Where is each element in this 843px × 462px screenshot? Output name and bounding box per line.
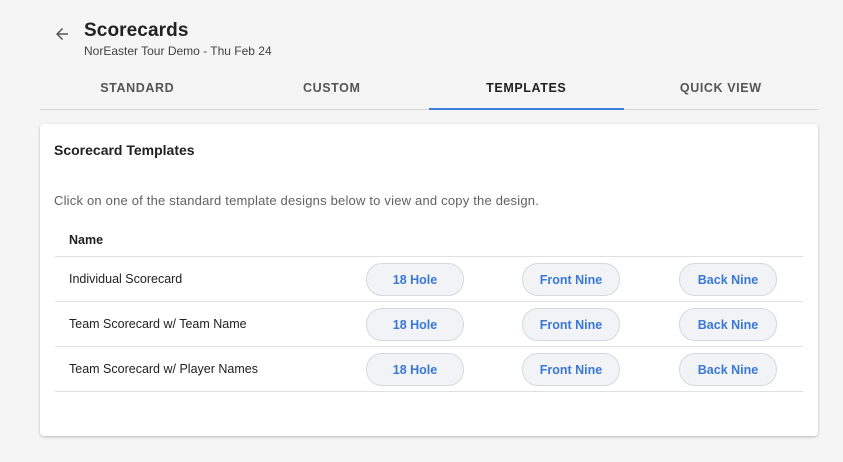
18-hole-button[interactable]: 18 Hole	[366, 353, 464, 386]
18-hole-button[interactable]: 18 Hole	[366, 263, 464, 296]
column-header-name: Name	[69, 233, 104, 247]
template-name: Team Scorecard w/ Player Names	[69, 362, 258, 376]
card-description: Click on one of the standard template de…	[54, 193, 540, 208]
template-name: Team Scorecard w/ Team Name	[69, 317, 247, 331]
back-nine-button[interactable]: Back Nine	[679, 263, 777, 296]
table-row: Individual Scorecard 18 Hole Front Nine …	[55, 257, 803, 302]
front-nine-button[interactable]: Front Nine	[522, 353, 620, 386]
table-row: Team Scorecard w/ Team Name 18 Hole Fron…	[55, 302, 803, 347]
templates-card: Scorecard Templates Click on one of the …	[40, 124, 818, 436]
front-nine-button[interactable]: Front Nine	[522, 263, 620, 296]
tab-custom[interactable]: CUSTOM	[235, 66, 430, 109]
tab-bar: STANDARD CUSTOM TEMPLATES QUICK VIEW	[40, 66, 818, 110]
18-hole-button[interactable]: 18 Hole	[366, 308, 464, 341]
tab-standard[interactable]: STANDARD	[40, 66, 235, 109]
arrow-left-icon	[56, 28, 68, 40]
front-nine-button[interactable]: Front Nine	[522, 308, 620, 341]
template-name: Individual Scorecard	[69, 272, 183, 286]
table-header-row: Name	[55, 224, 803, 257]
templates-table: Name Individual Scorecard 18 Hole Front …	[55, 224, 803, 392]
tab-templates[interactable]: TEMPLATES	[429, 66, 624, 110]
back-nine-button[interactable]: Back Nine	[679, 308, 777, 341]
back-nine-button[interactable]: Back Nine	[679, 353, 777, 386]
page-title: Scorecards	[84, 20, 189, 41]
card-title: Scorecard Templates	[54, 142, 195, 158]
table-row: Team Scorecard w/ Player Names 18 Hole F…	[55, 347, 803, 392]
tab-quick-view[interactable]: QUICK VIEW	[624, 66, 819, 109]
page-header: Scorecards NorEaster Tour Demo - Thu Feb…	[0, 0, 843, 70]
page-subtitle: NorEaster Tour Demo - Thu Feb 24	[84, 44, 272, 58]
back-button[interactable]	[50, 22, 74, 46]
